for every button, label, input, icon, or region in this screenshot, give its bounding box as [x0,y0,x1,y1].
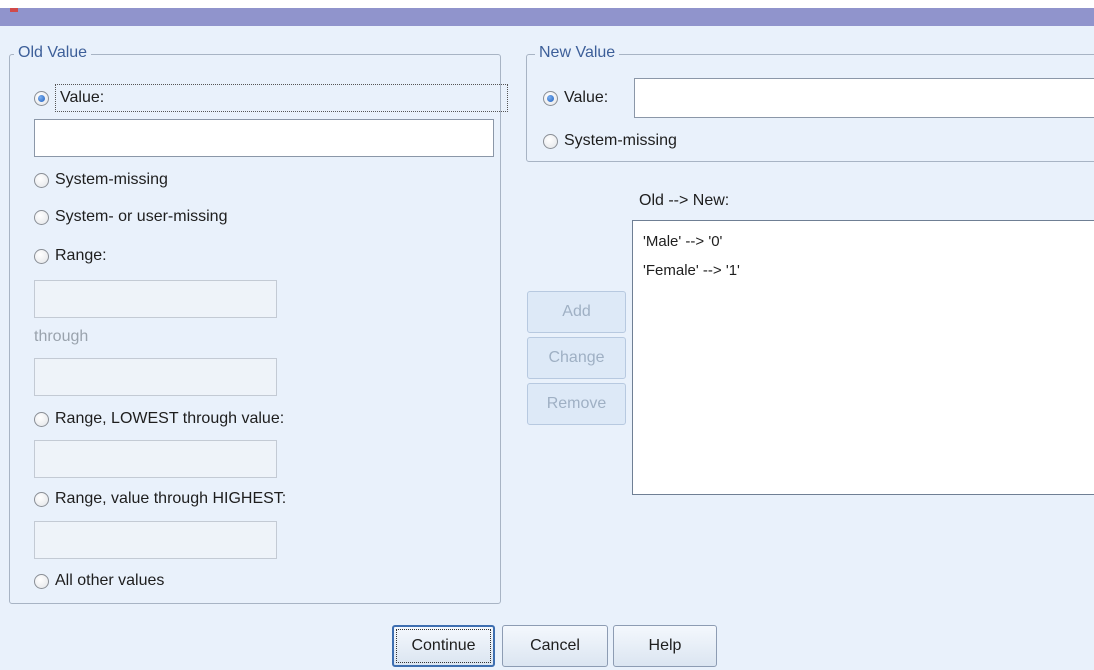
range-to-input[interactable] [34,358,277,396]
range-radio[interactable]: Range: [34,246,107,266]
new-value-legend: New Value [535,43,620,63]
remove-button[interactable]: Remove [527,383,626,425]
old-value-input[interactable] [34,119,494,157]
range-lowest-input[interactable] [34,440,277,478]
all-other-values-radio[interactable]: All other values [34,571,164,591]
new-value-radio-icon [543,90,558,106]
system-missing-radio-icon [34,172,49,188]
system-or-user-missing-radio-icon [34,209,49,225]
new-system-missing-radio[interactable]: System-missing [543,131,677,151]
help-button[interactable]: Help [613,625,717,667]
all-other-values-label: All other values [55,572,165,589]
range-lowest-radio-icon [34,411,49,427]
range-lowest-label: Range, LOWEST through value: [55,410,285,427]
old-new-label: Old --> New: [639,192,730,209]
range-from-input[interactable] [34,280,277,318]
old-value-radio-label: Value: [55,84,508,112]
continue-button[interactable]: Continue [392,625,495,667]
range-highest-radio[interactable]: Range, value through HIGHEST: [34,489,286,509]
range-lowest-radio[interactable]: Range, LOWEST through value: [34,409,284,429]
range-radio-icon [34,248,49,264]
range-highest-label: Range, value through HIGHEST: [55,490,287,507]
new-system-missing-radio-icon [543,133,558,149]
title-bar [0,0,1094,26]
through-label: through [34,328,89,345]
range-highest-input[interactable] [34,521,277,559]
old-value-radio-icon [34,90,49,106]
new-value-radio-label: Value: [564,89,609,106]
list-item[interactable]: 'Male' --> '0' [643,233,722,250]
continue-button-label: Continue [396,629,491,663]
change-button[interactable]: Change [527,337,626,379]
range-label: Range: [55,247,107,264]
list-item[interactable]: 'Female' --> '1' [643,262,740,279]
add-button[interactable]: Add [527,291,626,333]
new-value-radio[interactable]: Value: [543,88,608,108]
system-or-user-missing-label: System- or user-missing [55,208,228,225]
system-or-user-missing-radio[interactable]: System- or user-missing [34,207,227,227]
all-other-values-radio-icon [34,573,49,589]
new-value-input[interactable] [634,78,1094,118]
range-highest-radio-icon [34,491,49,507]
old-value-legend: Old Value [14,43,92,63]
system-missing-label: System-missing [55,171,168,188]
new-system-missing-label: System-missing [564,132,677,149]
cancel-button[interactable]: Cancel [502,625,608,667]
system-missing-radio[interactable]: System-missing [34,170,168,190]
old-value-radio[interactable]: Value: [34,83,508,113]
title-bar-band [0,8,1094,26]
old-new-list[interactable]: 'Male' --> '0' 'Female' --> '1' [632,220,1094,495]
app-icon [10,8,18,12]
